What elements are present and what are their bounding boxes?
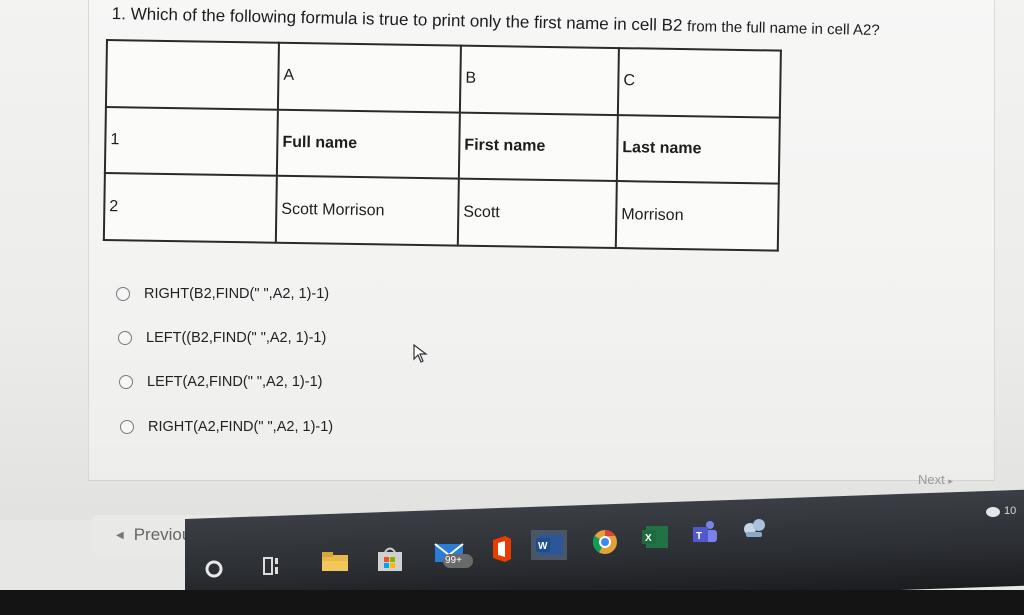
office-icon[interactable]	[489, 534, 515, 564]
spreadsheet-table: A B C 1 Full name First name Last name 2…	[102, 39, 782, 252]
option-label: LEFT((B2,FIND(" ",A2, 1)-1)	[146, 330, 327, 346]
option-label: RIGHT(B2,FIND(" ",A2, 1)-1)	[144, 286, 330, 302]
clock-text: 10	[1004, 505, 1017, 517]
store-icon[interactable]	[375, 545, 405, 573]
cell-b2: Scott	[457, 178, 617, 249]
table-row: 2 Scott Morrison Scott Morrison	[103, 173, 779, 251]
column-header-row: A B C	[105, 40, 781, 118]
answer-option[interactable]: LEFT(A2,FIND(" ",A2, 1)-1)	[119, 374, 322, 390]
cell-c2: Morrison	[615, 181, 779, 251]
radio-button[interactable]	[118, 331, 132, 345]
radio-button[interactable]	[120, 420, 134, 434]
snip-tool-icon[interactable]	[740, 515, 770, 543]
next-label: Next	[918, 472, 945, 487]
row-number: 1	[104, 106, 278, 177]
mail-badge: 99+	[445, 555, 462, 566]
volume-icon[interactable]	[984, 503, 1002, 521]
cell-c1: Last name	[616, 114, 780, 184]
svg-text:T: T	[696, 531, 702, 542]
option-label: RIGHT(A2,FIND(" ",A2, 1)-1)	[148, 419, 334, 435]
radio-button[interactable]	[119, 375, 133, 389]
file-explorer-icon[interactable]	[320, 549, 350, 573]
cell-a1: Full name	[276, 109, 460, 179]
table-row: 1 Full name First name Last name	[104, 106, 780, 184]
row-number: 2	[103, 173, 277, 243]
column-header-a: A	[277, 42, 461, 113]
corner-cell	[105, 40, 279, 110]
svg-text:X: X	[645, 533, 652, 544]
excel-icon[interactable]: X	[640, 523, 670, 551]
svg-text:W: W	[538, 541, 548, 552]
answer-option[interactable]: LEFT((B2,FIND(" ",A2, 1)-1)	[118, 330, 326, 346]
next-button[interactable]: Next ▸	[918, 472, 953, 487]
word-icon[interactable]: W	[531, 530, 567, 560]
chrome-icon[interactable]	[590, 527, 620, 557]
screen-bezel	[0, 590, 1024, 615]
radio-button[interactable]	[116, 287, 130, 301]
chevron-left-icon: ◀	[116, 529, 124, 541]
option-label: LEFT(A2,FIND(" ",A2, 1)-1)	[147, 374, 323, 390]
cell-b1: First name	[458, 112, 618, 182]
answer-option[interactable]: RIGHT(A2,FIND(" ",A2, 1)-1)	[120, 419, 333, 435]
question-number: 1.	[111, 4, 127, 24]
mouse-cursor-icon	[413, 344, 428, 363]
task-view-icon[interactable]	[262, 555, 286, 577]
column-header-b: B	[459, 45, 619, 115]
cell-a2: Scott Morrison	[275, 176, 459, 246]
answer-option[interactable]: RIGHT(B2,FIND(" ",A2, 1)-1)	[116, 286, 329, 302]
column-header-c: C	[617, 48, 781, 118]
cortana-icon[interactable]	[203, 558, 225, 580]
teams-icon[interactable]: T	[690, 519, 720, 547]
question-body-b: from the full name in cell A2?	[686, 18, 880, 40]
chevron-right-icon: ▸	[948, 476, 953, 486]
